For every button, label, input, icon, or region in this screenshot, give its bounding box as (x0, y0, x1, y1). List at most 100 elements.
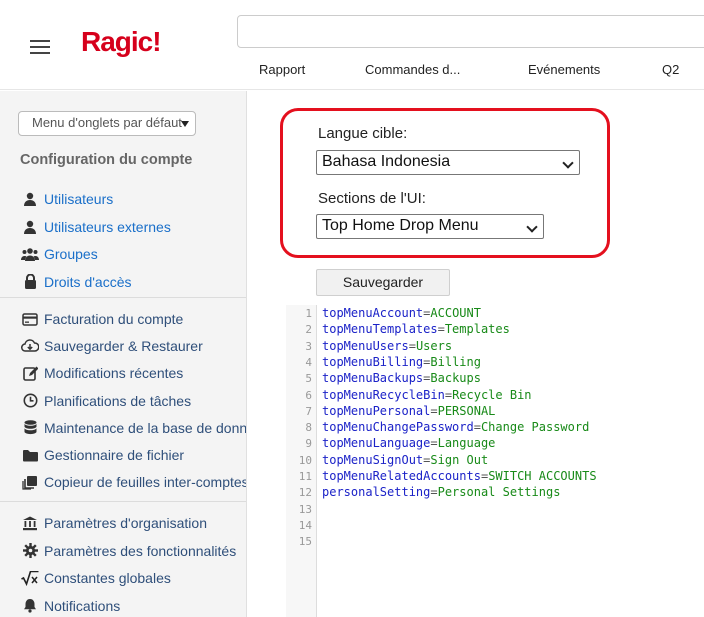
code-line[interactable]: topMenuRecycleBin=Recycle Bin (322, 388, 532, 402)
code-equals: = (408, 338, 416, 353)
code-value: Recycle Bin (452, 387, 532, 402)
line-number: 9 (305, 437, 312, 451)
sidebar-item-copieur-de-feuilles-inter-comptes[interactable]: Copieur de feuilles inter-comptes (20, 472, 247, 492)
code-line[interactable]: topMenuAccount=ACCOUNT (322, 306, 481, 320)
code-line[interactable]: topMenuUsers=Users (322, 339, 452, 353)
line-number: 6 (305, 388, 312, 402)
ui-sections-label: Sections de l'UI: (318, 190, 426, 207)
line-number: 7 (305, 404, 312, 418)
sidebar-item-label: Constantes globales (44, 570, 171, 586)
sidebar-item-label: Droits d'accès (44, 273, 132, 290)
line-number: 8 (305, 421, 312, 435)
sidebar-item-groupes[interactable]: Groupes (20, 244, 98, 264)
code-value: Backups (430, 371, 481, 386)
code-key: topMenuUsers (322, 338, 409, 353)
sidebar-item-label: Utilisateurs externes (44, 218, 171, 235)
code-key: topMenuAccount (322, 306, 424, 320)
sidebar-item-maintenance-de-la-base-de-donn-es[interactable]: Maintenance de la base de données (20, 418, 246, 438)
code-line[interactable]: topMenuChangePassword=Change Password (322, 420, 589, 434)
code-value: Personal Settings (437, 485, 561, 500)
code-line[interactable]: topMenuLanguage=Language (322, 436, 495, 450)
bell-icon (20, 598, 40, 614)
ragic-logo[interactable]: Ragic! (81, 26, 162, 58)
code-key: topMenuPersonal (322, 403, 431, 418)
sidebar-item-param-tres-d-organisation[interactable]: Paramètres d'organisation (20, 513, 207, 533)
ui-sections-select[interactable]: Top Home Drop Menu (316, 214, 544, 239)
line-number-gutter: 1 2 3 4 5 6 7 8 9 10 11 12 13 14 15 (286, 305, 317, 617)
code-equals: = (444, 387, 453, 402)
sidebar-item-label: Facturation du compte (44, 311, 184, 327)
tab-rapport[interactable]: Rapport (259, 62, 305, 77)
target-language-value: Bahasa Indonesia (322, 153, 451, 170)
code-line[interactable]: topMenuTemplates=Templates (322, 322, 510, 336)
tab-menu-select-value: Menu d'onglets par défaut (32, 115, 182, 130)
code-line[interactable]: topMenuBilling=Billing (322, 355, 481, 369)
code-key: topMenuBilling (322, 354, 424, 369)
sidebar-item-label: Copieur de feuilles inter-comptes (44, 474, 247, 491)
code-value: Users (415, 338, 453, 353)
cloud-download-icon (20, 338, 40, 354)
global-search-input[interactable] (237, 15, 704, 48)
code-line[interactable]: personalSetting=Personal Settings (322, 485, 560, 499)
line-number: 2 (305, 323, 312, 337)
code-value: Billing (430, 354, 481, 369)
code-value: ACCOUNT (430, 306, 481, 320)
sidebar-item-facturation-du-compte[interactable]: Facturation du compte (20, 309, 183, 329)
sidebar-item-label: Planifications de tâches (44, 392, 192, 409)
sidebar-item-label: Sauvegarder & Restaurer (44, 338, 203, 355)
sidebar-item-label: Groupes (44, 246, 98, 262)
line-number: 10 (298, 453, 312, 467)
code-key: topMenuBackups (322, 371, 424, 386)
code-editor[interactable]: 1 2 3 4 5 6 7 8 9 10 11 12 13 14 15 topMenuAccount=ACC… (286, 305, 704, 617)
line-number: 11 (298, 470, 312, 483)
section-title: Configuration du compte (20, 152, 193, 168)
chevron-down-icon (562, 157, 574, 169)
tab-evenements[interactable]: Evénements (528, 62, 600, 77)
sidebar-item-modifications-r-centes[interactable]: Modifications récentes (20, 363, 183, 383)
sidebar-item-label: Paramètres d'organisation (44, 515, 207, 531)
sidebar-item-label: Utilisateurs (44, 191, 114, 207)
sqrt-x-icon (20, 570, 40, 586)
tab-q2[interactable]: Q2 (662, 62, 679, 77)
copy-icon (20, 474, 40, 490)
sidebar-divider (0, 297, 246, 298)
code-line[interactable]: topMenuSignOut=Sign Out (322, 453, 488, 467)
tab-menu-select[interactable]: Menu d'onglets par défaut (18, 111, 196, 136)
target-language-select[interactable]: Bahasa Indonesia (316, 150, 580, 175)
sidebar-item-utilisateurs[interactable]: Utilisateurs (20, 189, 113, 209)
sidebar-item-gestionnaire-de-fichier[interactable]: Gestionnaire de fichier (20, 445, 184, 465)
line-number: 15 (298, 535, 312, 549)
sidebar-item-sauvegarder-restaurer[interactable]: Sauvegarder & Restaurer (20, 336, 203, 356)
code-key: personalSetting (322, 485, 431, 500)
code-line[interactable]: topMenuBackups=Backups (322, 371, 481, 385)
hamburger-menu-icon[interactable] (30, 40, 50, 54)
line-number: 3 (305, 339, 312, 353)
top-header: Ragic! Rapport Commandes d... Evénements… (0, 0, 704, 90)
sidebar-item-param-tres-des-fonctionnalit-s[interactable]: Paramètres des fonctionnalités (20, 541, 236, 561)
sidebar-item-constantes-globales[interactable]: Constantes globales (20, 568, 171, 588)
sidebar-item-notifications[interactable]: Notifications (20, 596, 120, 616)
caret-down-icon (181, 121, 189, 127)
user-icon (20, 219, 40, 235)
sidebar-item-droits-d-acc-s[interactable]: Droits d'accès (20, 272, 131, 292)
credit-card-icon (20, 311, 40, 327)
sidebar-item-label: Notifications (44, 597, 121, 614)
code-value: Sign Out (430, 452, 489, 467)
code-line[interactable]: topMenuRelatedAccounts=SWITCH ACCOUNTS (322, 469, 597, 483)
code-value: Change Password (480, 420, 590, 435)
users-group-icon (20, 246, 40, 262)
sidebar-item-planifications-de-t-ches[interactable]: Planifications de tâches (20, 391, 191, 411)
line-number: 14 (298, 518, 312, 532)
user-icon (20, 191, 40, 207)
tab-commandes[interactable]: Commandes d... (365, 62, 460, 77)
code-key: topMenuRelatedAccounts (322, 469, 481, 483)
code-line[interactable]: topMenuPersonal=PERSONAL (322, 404, 495, 418)
line-number: 4 (305, 355, 312, 369)
sidebar-item-label: Modifications récentes (44, 365, 184, 382)
save-button[interactable]: Sauvegarder (316, 269, 450, 296)
code-equals: = (437, 322, 445, 337)
sidebar-item-utilisateurs-externes[interactable]: Utilisateurs externes (20, 217, 171, 237)
sidebar-divider (0, 501, 246, 502)
code-key: topMenuLanguage (322, 436, 431, 451)
code-value: SWITCH ACCOUNTS (488, 469, 597, 483)
